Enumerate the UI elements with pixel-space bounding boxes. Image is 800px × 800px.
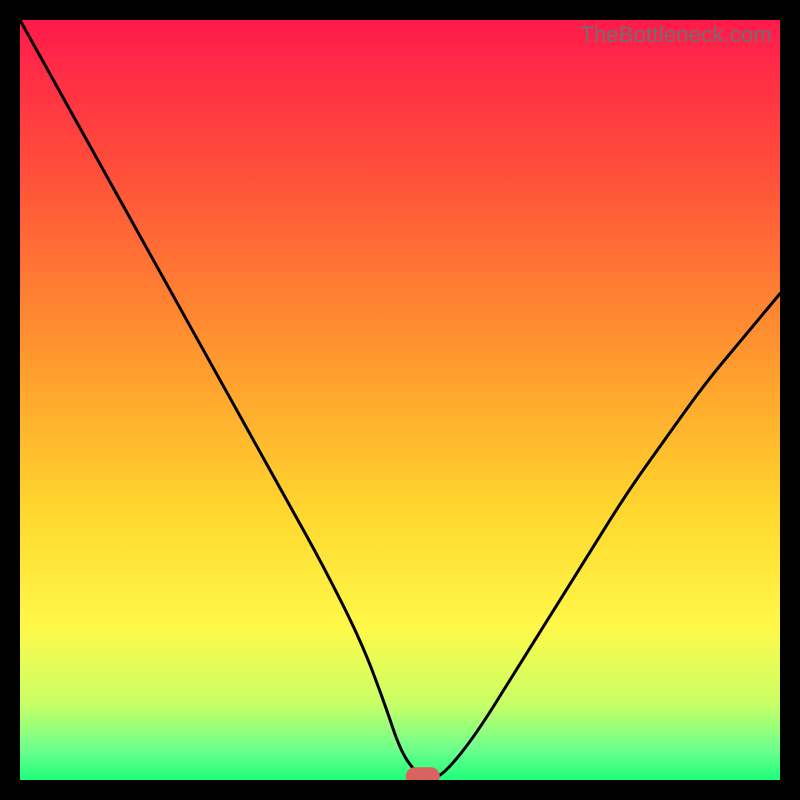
- watermark-text: TheBottleneck.com: [580, 22, 772, 48]
- optimal-marker: [406, 767, 440, 780]
- plot-area: TheBottleneck.com: [20, 20, 780, 780]
- gradient-background: [20, 20, 780, 780]
- chart-stage: TheBottleneck.com: [0, 0, 800, 800]
- bottleneck-chart: [20, 20, 780, 780]
